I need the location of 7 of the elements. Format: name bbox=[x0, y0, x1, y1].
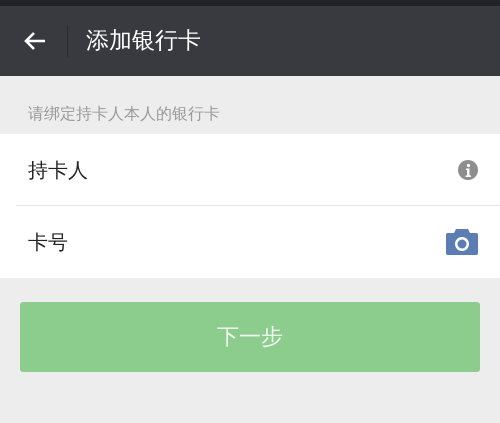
field-label: 卡号 bbox=[28, 229, 69, 256]
field-label: 持卡人 bbox=[28, 156, 89, 184]
hint-text: 请绑定持卡人本人的银行卡 bbox=[28, 103, 220, 125]
back-arrow-icon[interactable] bbox=[23, 31, 47, 51]
page-title: 添加银行卡 bbox=[86, 26, 201, 56]
camera-icon[interactable] bbox=[446, 229, 478, 255]
info-icon[interactable] bbox=[458, 160, 478, 180]
